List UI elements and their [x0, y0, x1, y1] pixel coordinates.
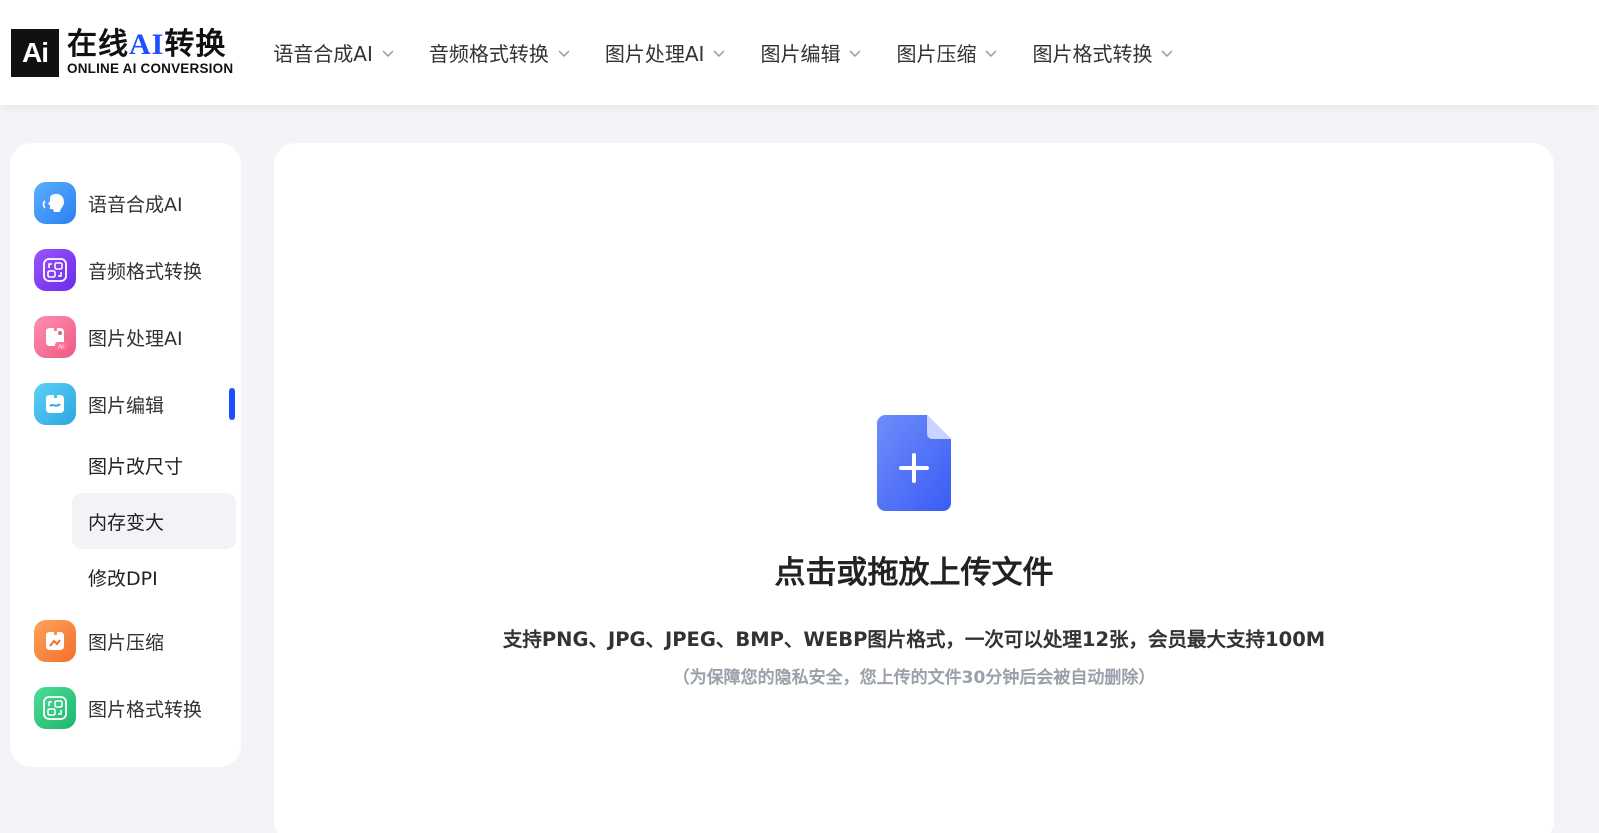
chevron-down-icon: [848, 46, 862, 60]
sidebar-item-image-ai[interactable]: AI 图片处理AI: [34, 315, 183, 359]
audio-convert-icon: [34, 249, 76, 291]
logo-cn-title: 在线AI转换: [67, 26, 233, 62]
sidebar: 语音合成AI 音频格式转换 AI 图片处理AI 图片编辑 图片改尺寸 内存变大 …: [10, 143, 241, 767]
sidebar-item-image-compress[interactable]: 图片压缩: [34, 619, 164, 663]
nav-label: 图片编辑: [760, 42, 841, 66]
sidebar-item-label: 图片编辑: [88, 394, 165, 417]
image-compress-icon: [34, 620, 76, 662]
upload-description: 支持PNG、JPG、JPEG、BMP、WEBP图片格式，一次可以处理12张，会员…: [502, 628, 1326, 651]
nav-label: 图片处理AI: [604, 42, 705, 66]
image-edit-icon: [34, 383, 76, 425]
site-logo[interactable]: Ai 在线AI转换 ONLINE AI CONVERSION: [11, 28, 233, 78]
svg-text:AI: AI: [58, 345, 64, 351]
sidebar-item-label: 音频格式转换: [88, 260, 203, 283]
chevron-down-icon: [557, 46, 571, 60]
sidebar-item-label: 图片格式转换: [88, 698, 203, 721]
logo-text: 在线AI转换 ONLINE AI CONVERSION: [67, 26, 234, 77]
sidebar-item-image-edit[interactable]: 图片编辑: [34, 382, 164, 426]
nav-audio-convert[interactable]: 音频格式转换: [429, 38, 571, 67]
top-header: Ai 在线AI转换 ONLINE AI CONVERSION 语音合成AI 音频…: [0, 0, 1599, 105]
image-ai-icon: AI: [34, 316, 76, 358]
upload-dropzone[interactable]: 点击或拖放上传文件 支持PNG、JPG、JPEG、BMP、WEBP图片格式，一次…: [274, 143, 1554, 833]
nav-label: 图片压缩: [896, 42, 977, 66]
nav-label: 音频格式转换: [428, 42, 549, 66]
sidebar-item-audio-convert[interactable]: 音频格式转换: [34, 248, 202, 292]
sidebar-item-label: 语音合成AI: [88, 193, 183, 216]
upload-title: 点击或拖放上传文件: [774, 555, 1054, 591]
logo-mark: Ai: [11, 28, 59, 77]
sidebar-item-label: 图片处理AI: [88, 327, 183, 350]
sidebar-item-label: 图片压缩: [88, 631, 165, 654]
logo-en-subtitle: ONLINE AI CONVERSION: [67, 60, 234, 76]
sidebar-subitem-enlarge-size[interactable]: 内存变大: [72, 493, 236, 549]
sidebar-subitem-resize[interactable]: 图片改尺寸: [72, 437, 236, 493]
active-indicator: [229, 388, 235, 420]
nav-image-edit[interactable]: 图片编辑: [760, 38, 862, 67]
main-panel: 点击或拖放上传文件 支持PNG、JPG、JPEG、BMP、WEBP图片格式，一次…: [274, 143, 1554, 833]
chevron-down-icon: [381, 46, 395, 60]
upload-privacy-note: （为保障您的隐私安全，您上传的文件30分钟后会被自动删除）: [672, 668, 1156, 688]
speech-synthesis-icon: [34, 182, 76, 224]
nav-speech-synthesis[interactable]: 语音合成AI: [273, 38, 395, 67]
chevron-down-icon: [1160, 46, 1174, 60]
logo-cn-suffix: 转换: [164, 26, 227, 62]
logo-cn-prefix: 在线: [67, 26, 129, 62]
image-format-icon: [34, 687, 76, 729]
nav-image-ai[interactable]: 图片处理AI: [605, 38, 727, 67]
nav-label: 语音合成AI: [273, 42, 373, 66]
top-nav: 语音合成AI 音频格式转换 图片处理AI 图片编辑 图片压缩 图片格式转换: [273, 38, 1208, 67]
file-add-icon: [877, 415, 951, 511]
sidebar-item-speech-synthesis[interactable]: 语音合成AI: [34, 181, 183, 225]
chevron-down-icon: [984, 46, 998, 60]
sidebar-item-image-format[interactable]: 图片格式转换: [34, 686, 202, 730]
sidebar-subitem-modify-dpi[interactable]: 修改DPI: [72, 549, 236, 605]
chevron-down-icon: [712, 46, 726, 60]
logo-cn-ai: AI: [129, 27, 165, 61]
nav-image-format[interactable]: 图片格式转换: [1032, 38, 1174, 67]
nav-label: 图片格式转换: [1032, 42, 1153, 66]
nav-image-compress[interactable]: 图片压缩: [896, 38, 998, 67]
